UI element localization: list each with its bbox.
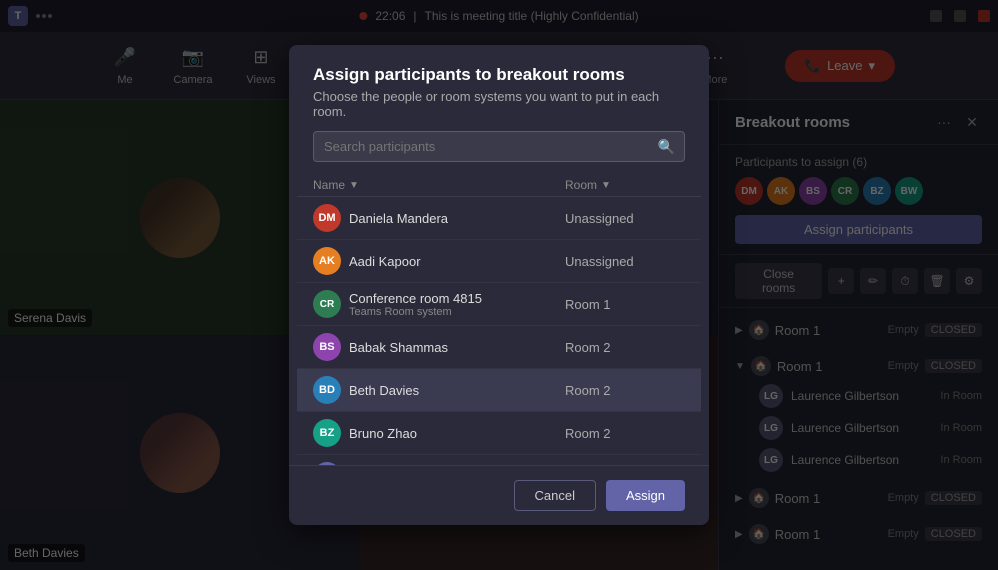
participant-name: Aadi Kapoor bbox=[349, 254, 557, 269]
modal-footer: Cancel Assign bbox=[289, 465, 709, 525]
avatar: BZ bbox=[313, 419, 341, 447]
search-icon: 🔍 bbox=[658, 138, 675, 155]
participant-room: Room 2 bbox=[565, 383, 685, 398]
avatar: BD bbox=[313, 376, 341, 404]
col-header-name: Name ▼ bbox=[313, 178, 557, 192]
modal-table: Name ▼ Room ▼ DM Daniela Mandera Unassig… bbox=[297, 174, 701, 465]
modal-overlay: Assign participants to breakout rooms Ch… bbox=[0, 0, 998, 570]
participant-name: Beth Davies bbox=[349, 383, 557, 398]
name-sort-icon: ▼ bbox=[349, 180, 359, 191]
table-header: Name ▼ Room ▼ bbox=[297, 174, 701, 197]
participant-subtitle: Teams Room system bbox=[349, 306, 452, 318]
room-sort-icon: ▼ bbox=[601, 180, 611, 191]
search-input[interactable] bbox=[313, 131, 685, 162]
table-row[interactable]: BD Beth Davies Room 2 bbox=[297, 369, 701, 412]
modal-header: Assign participants to breakout rooms Ch… bbox=[289, 45, 709, 131]
participant-name-group: Conference room 4815 Teams Room system bbox=[349, 291, 557, 318]
participant-room: Room 2 bbox=[565, 426, 685, 441]
table-row[interactable]: CR Conference room 4815 Teams Room syste… bbox=[297, 283, 701, 326]
table-row[interactable]: AK Aadi Kapoor Unassigned bbox=[297, 240, 701, 283]
participant-room: Unassigned bbox=[565, 211, 685, 226]
modal-search: 🔍 bbox=[313, 131, 685, 162]
modal-title: Assign participants to breakout rooms bbox=[313, 65, 685, 85]
table-row[interactable]: BS Babak Shammas Room 2 bbox=[297, 326, 701, 369]
assign-participants-modal: Assign participants to breakout rooms Ch… bbox=[289, 45, 709, 525]
participant-name: Babak Shammas bbox=[349, 340, 557, 355]
participant-room: Room 1 bbox=[565, 297, 685, 312]
assign-button[interactable]: Assign bbox=[606, 480, 685, 511]
avatar: AK bbox=[313, 247, 341, 275]
table-row[interactable]: BZ Bruno Zhao Room 2 bbox=[297, 412, 701, 455]
participant-name: Conference room 4815 bbox=[349, 291, 482, 306]
avatar: CR bbox=[313, 290, 341, 318]
modal-subtitle: Choose the people or room systems you wa… bbox=[313, 89, 685, 119]
col-header-room: Room ▼ bbox=[565, 178, 685, 192]
participant-room: Room 2 bbox=[565, 340, 685, 355]
cancel-button[interactable]: Cancel bbox=[514, 480, 596, 511]
table-row[interactable]: DM Daniela Mandera Unassigned bbox=[297, 197, 701, 240]
avatar: DM bbox=[313, 204, 341, 232]
participant-room: Unassigned bbox=[565, 254, 685, 269]
participant-name: Daniela Mandera bbox=[349, 211, 557, 226]
avatar: BS bbox=[313, 333, 341, 361]
participant-name: Bruno Zhao bbox=[349, 426, 557, 441]
table-row[interactable]: BW Bryan Wright Room 3 bbox=[297, 455, 701, 465]
